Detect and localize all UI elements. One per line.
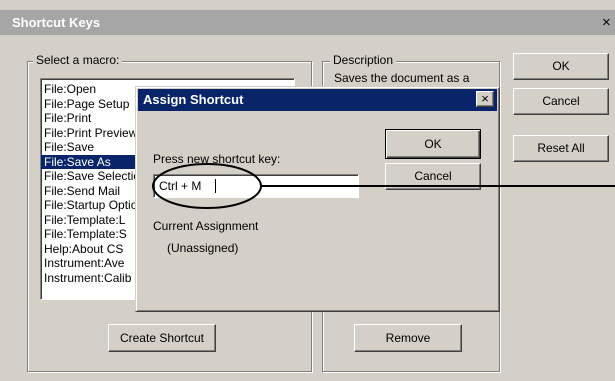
callout-oval	[152, 163, 262, 209]
callout-annotation	[152, 163, 615, 209]
